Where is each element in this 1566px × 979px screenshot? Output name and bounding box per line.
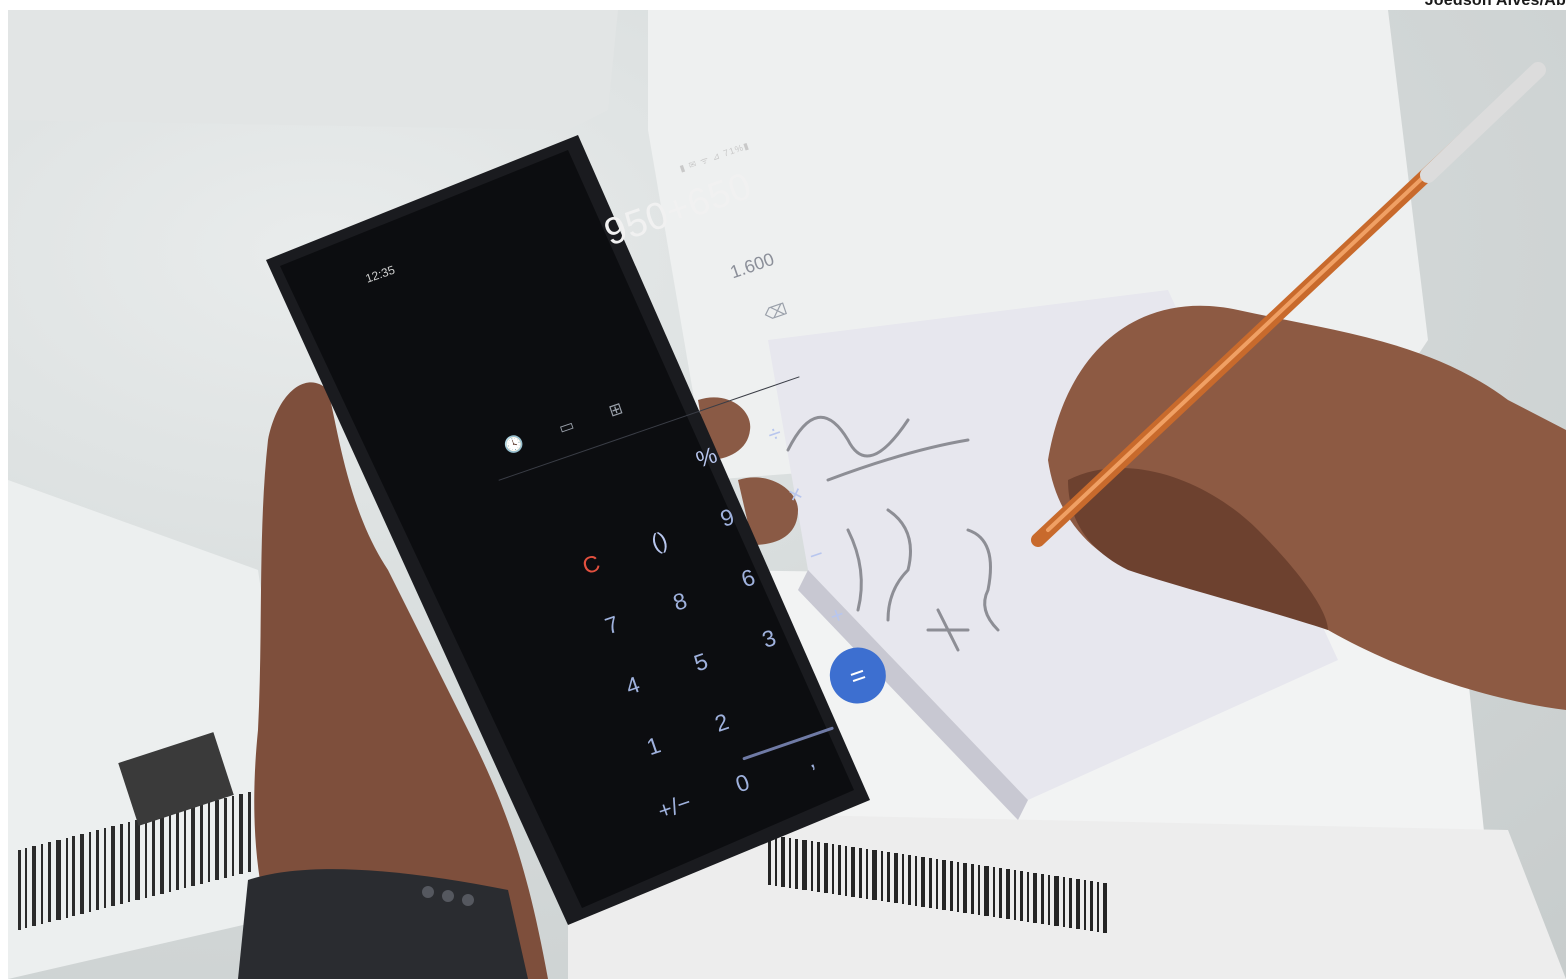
- wrist-strap: [238, 869, 528, 979]
- paper-sheet-left: [8, 10, 618, 130]
- photo-credit: Joédson Alves/Ab: [1424, 0, 1566, 9]
- pen-cap: [1420, 62, 1546, 183]
- photo: 12:35 ▮ ✉ ᯤ ⊿ 71%▮ 950+650 1.600 ⌫ 🕓 ▭ ⊞…: [8, 10, 1566, 979]
- photo-scene: [8, 10, 1566, 979]
